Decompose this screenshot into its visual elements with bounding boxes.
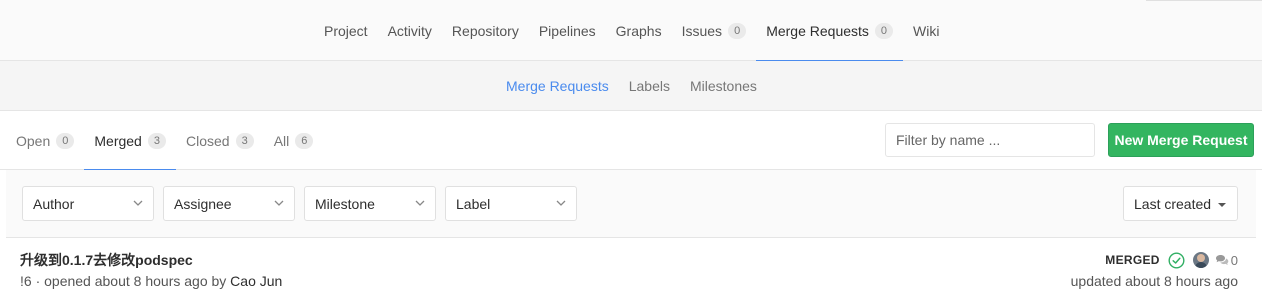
nav-item-repository[interactable]: Repository (442, 0, 529, 61)
merge-request-meta: !6 · opened about 8 hours ago by Cao Jun (20, 273, 282, 289)
author-link[interactable]: Cao Jun (230, 273, 282, 289)
updated-time: updated about 8 hours ago (1070, 273, 1238, 289)
comments-count[interactable]: 0 (1231, 253, 1238, 268)
new-merge-request-button[interactable]: New Merge Request (1108, 123, 1254, 157)
nav-item-label: Merge Requests (766, 22, 869, 39)
filter-by-name-input[interactable] (885, 123, 1095, 157)
chevron-down-icon (274, 200, 284, 206)
sub-nav: Merge Requests Labels Milestones (0, 61, 1262, 111)
comments-icon (1215, 255, 1229, 265)
merge-request-id[interactable]: !6 (20, 273, 32, 289)
all-count-badge: 6 (295, 132, 314, 149)
sub-nav-items: Merge Requests Labels Milestones (496, 61, 767, 111)
tab-label: Merged (94, 132, 142, 149)
chevron-down-icon (133, 200, 143, 206)
chevron-down-icon (415, 200, 425, 206)
subnav-item-label: Merge Requests (506, 78, 609, 94)
ci-status-success-icon[interactable] (1168, 251, 1185, 269)
merged-status-label: MERGED (1105, 253, 1160, 267)
issues-count-badge: 0 (728, 22, 747, 39)
nav-item-issues[interactable]: Issues 0 (672, 0, 757, 61)
nav-item-label: Activity (387, 22, 432, 39)
opened-text: · opened about 8 hours ago by (31, 273, 231, 289)
state-tabs-list: Open 0 Merged 3 Closed 3 All 6 (6, 111, 324, 171)
subnav-item-label: Milestones (689, 78, 757, 94)
merge-request-row: 升级到0.1.7去修改podspec !6 · opened about 8 h… (6, 238, 1256, 297)
merge-request-status: MERGED 0 (1105, 250, 1238, 270)
filter-bar: Author Assignee Milestone Label Last cre… (6, 170, 1256, 238)
tab-merged[interactable]: Merged 3 (84, 111, 176, 171)
nav-item-label: Repository (451, 22, 519, 39)
nav-item-pipelines[interactable]: Pipelines (529, 0, 606, 61)
caret-down-icon (1218, 203, 1226, 207)
subnav-item-merge-requests[interactable]: Merge Requests (496, 61, 619, 111)
open-count-badge: 0 (56, 132, 75, 149)
assignee-dropdown-label: Assignee (174, 195, 232, 212)
label-dropdown-label: Label (456, 195, 491, 212)
merge-requests-count-badge: 0 (874, 22, 894, 39)
nav-item-merge-requests[interactable]: Merge Requests 0 (756, 0, 903, 62)
nav-item-graphs[interactable]: Graphs (606, 0, 672, 61)
subnav-item-milestones[interactable]: Milestones (680, 61, 767, 111)
author-dropdown[interactable]: Author (22, 186, 154, 221)
nav-item-label: Wiki (913, 22, 940, 39)
nav-item-label: Issues (681, 22, 723, 39)
nav-item-activity[interactable]: Activity (378, 0, 442, 61)
subnav-item-label: Labels (628, 78, 670, 94)
project-nav: Project Activity Repository Pipelines Gr… (0, 0, 1262, 62)
nav-item-wiki[interactable]: Wiki (903, 0, 949, 61)
tab-closed[interactable]: Closed 3 (176, 111, 264, 170)
tab-all[interactable]: All 6 (264, 111, 324, 170)
author-dropdown-label: Author (33, 195, 75, 212)
label-dropdown[interactable]: Label (445, 186, 577, 221)
nav-item-project[interactable]: Project (314, 0, 378, 61)
nav-item-label: Project (324, 22, 368, 39)
sort-dropdown[interactable]: Last created (1123, 186, 1238, 221)
milestone-dropdown-label: Milestone (315, 195, 375, 212)
nav-item-label: Pipelines (538, 22, 596, 39)
new-merge-request-label: New Merge Request (1114, 132, 1248, 148)
nav-item-label: Graphs (615, 22, 662, 39)
tab-label: Closed (185, 132, 230, 149)
milestone-dropdown[interactable]: Milestone (304, 186, 436, 221)
chevron-down-icon (556, 200, 566, 206)
assignee-dropdown[interactable]: Assignee (163, 186, 295, 221)
closed-count-badge: 3 (235, 132, 254, 149)
project-nav-items: Project Activity Repository Pipelines Gr… (314, 0, 949, 62)
header-edge (1146, 0, 1262, 1)
sort-dropdown-label: Last created (1134, 195, 1212, 212)
tab-label: All (273, 132, 290, 149)
merge-request-title[interactable]: 升级到0.1.7去修改podspec (20, 250, 193, 270)
assignee-avatar[interactable] (1192, 252, 1209, 268)
tab-label: Open (16, 132, 51, 149)
tab-open[interactable]: Open 0 (6, 111, 84, 170)
subnav-item-labels[interactable]: Labels (619, 61, 680, 111)
merged-count-badge: 3 (147, 132, 166, 149)
